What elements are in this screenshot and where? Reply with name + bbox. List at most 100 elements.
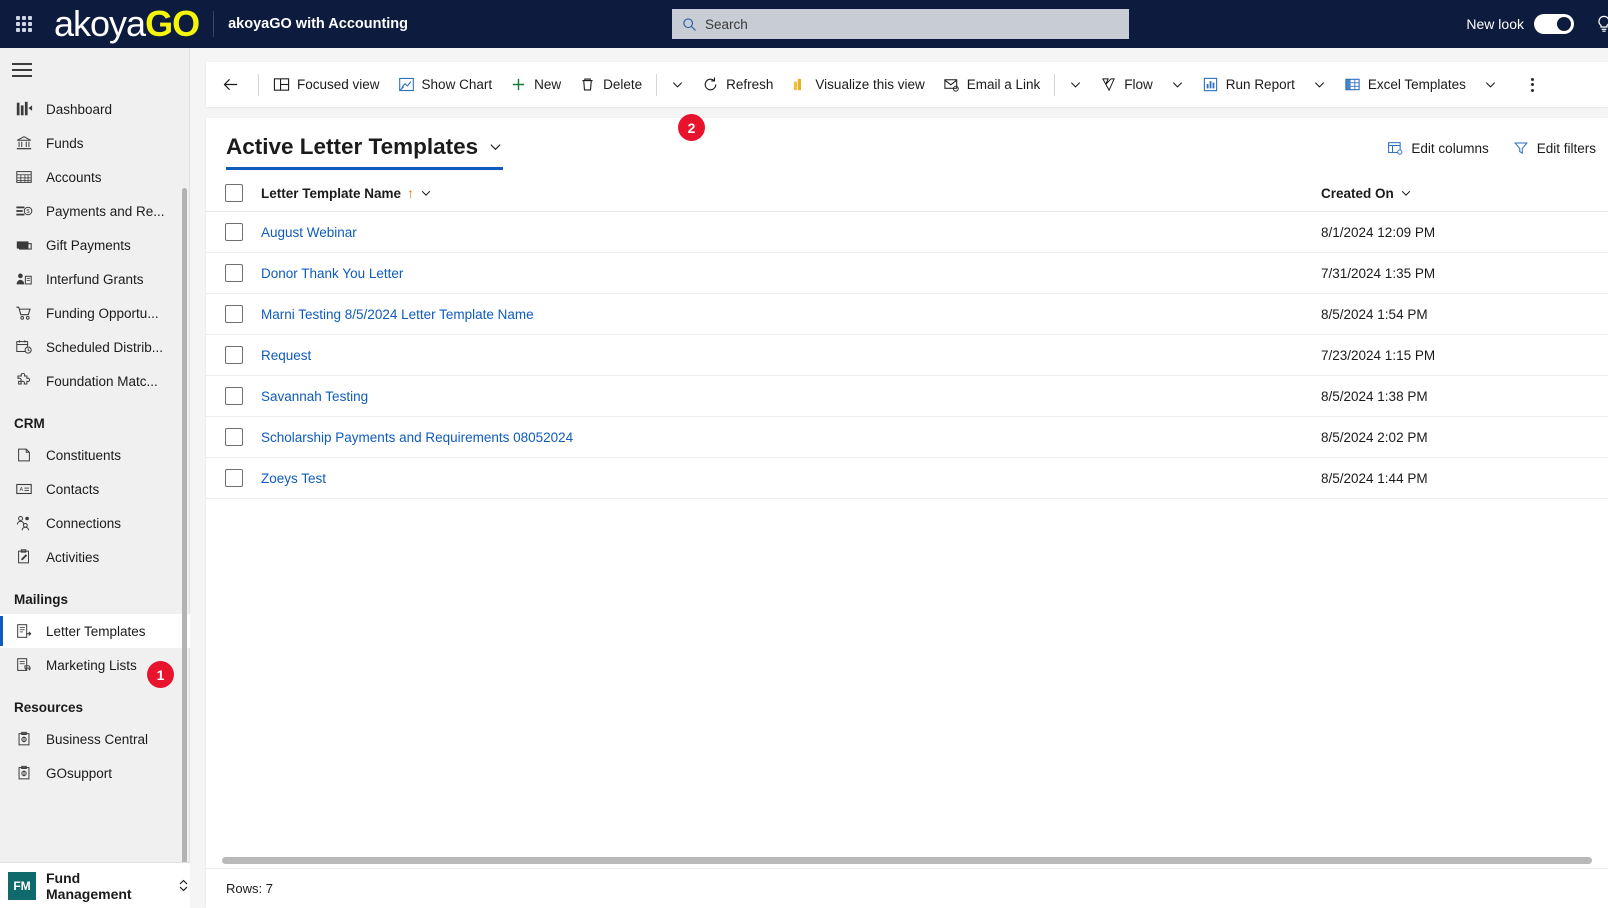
cell-letter-template-name: Marni Testing 8/5/2024 Letter Template N… (261, 307, 1321, 322)
sidebar-item-contacts[interactable]: A Contacts (0, 472, 190, 506)
email-a-link-dropdown-button[interactable] (1060, 62, 1091, 107)
edit-filters-button[interactable]: Edit filters (1501, 134, 1608, 162)
flow-button[interactable]: Flow (1091, 62, 1162, 107)
refresh-icon (702, 76, 719, 93)
table-row[interactable]: Request 7/23/2024 1:15 PM (206, 335, 1608, 376)
chevron-down-icon (1400, 187, 1412, 199)
sidebar-item-connections[interactable]: Connections (0, 506, 190, 540)
sidebar-item-business-central[interactable]: Business Central (0, 722, 190, 756)
new-look-toggle[interactable] (1534, 14, 1574, 34)
area-switcher[interactable]: FM Fund Management (0, 862, 190, 908)
show-chart-icon (398, 76, 415, 93)
global-search[interactable] (672, 9, 1129, 39)
row-checkbox[interactable] (224, 305, 243, 323)
new-button[interactable]: New (501, 62, 570, 107)
email-a-link-button[interactable]: Email a Link (934, 62, 1050, 107)
show-chart-button[interactable]: Show Chart (389, 62, 502, 107)
sidebar-item-constituents[interactable]: Constituents (0, 438, 190, 472)
focused-view-icon (273, 76, 290, 93)
search-input[interactable] (705, 16, 1119, 32)
excel-templates-button[interactable]: Excel Templates (1335, 62, 1475, 107)
excel-templates-icon (1344, 76, 1361, 93)
row-checkbox[interactable] (224, 264, 243, 282)
records-table: Letter Template Name ↑ Created On August… (206, 175, 1608, 499)
command-label: Focused view (297, 77, 380, 92)
command-divider (258, 73, 259, 96)
column-header-letter-template-name[interactable]: Letter Template Name ↑ (261, 185, 1321, 201)
command-overflow-button[interactable] (1518, 62, 1548, 107)
sidebar-item-funding-opportunities[interactable]: Funding Opportu... (0, 296, 190, 330)
flow-dropdown-button[interactable] (1162, 62, 1193, 107)
delete-button[interactable]: Delete (570, 62, 651, 107)
table-row[interactable]: Zoeys Test 8/5/2024 1:44 PM (206, 458, 1608, 499)
record-link[interactable]: Marni Testing 8/5/2024 Letter Template N… (261, 307, 534, 322)
table-row[interactable]: August Webinar 8/1/2024 12:09 PM (206, 212, 1608, 253)
back-button[interactable] (216, 62, 253, 107)
run-report-dropdown-button[interactable] (1304, 62, 1335, 107)
brand-logo[interactable]: akoya GO (48, 6, 200, 42)
record-link[interactable]: Request (261, 348, 311, 363)
focused-view-button[interactable]: Focused view (264, 62, 389, 107)
sidebar-item-foundation-matching[interactable]: Foundation Matc... (0, 364, 190, 398)
back-arrow-icon (222, 76, 239, 93)
sidebar-item-scheduled-distributions[interactable]: Scheduled Distrib... (0, 330, 190, 364)
row-checkbox[interactable] (224, 346, 243, 364)
run-report-button[interactable]: Run Report (1193, 62, 1304, 107)
run-report-icon (1202, 76, 1219, 93)
sidebar-item-gift-payments[interactable]: Gift Payments (0, 228, 190, 262)
bank-icon (14, 133, 34, 153)
view-actions: Edit columns Edit filters (1375, 134, 1608, 162)
payment-list-icon: $ (14, 201, 34, 221)
record-link[interactable]: Scholarship Payments and Requirements 08… (261, 430, 573, 445)
view-selector[interactable]: Active Letter Templates (226, 133, 504, 170)
row-select-cell (206, 428, 261, 446)
app-launcher-button[interactable] (0, 0, 48, 48)
row-checkbox[interactable] (224, 469, 243, 487)
column-header-label: Letter Template Name (261, 185, 402, 201)
chevron-down-icon (1484, 78, 1497, 91)
sidebar-collapse-button[interactable] (0, 48, 190, 92)
command-bar: Focused view Show Chart New Delete Refre… (206, 62, 1608, 107)
select-all-checkbox[interactable] (224, 184, 243, 202)
cart-icon (14, 303, 34, 323)
sidebar-item-funds[interactable]: Funds (0, 126, 190, 160)
email-link-icon (943, 76, 960, 93)
marketing-list-icon (14, 655, 34, 675)
row-checkbox[interactable] (224, 387, 243, 405)
page-title: Active Letter Templates (226, 133, 479, 159)
record-link[interactable]: Zoeys Test (261, 471, 326, 486)
table-row[interactable]: Marni Testing 8/5/2024 Letter Template N… (206, 294, 1608, 335)
sidebar-item-interfund-grants[interactable]: Interfund Grants (0, 262, 190, 296)
record-link[interactable]: Donor Thank You Letter (261, 266, 403, 281)
row-select-cell (206, 305, 261, 323)
edit-filters-label: Edit filters (1536, 140, 1596, 156)
row-checkbox[interactable] (224, 223, 243, 241)
sidebar-item-accounts[interactable]: Accounts (0, 160, 190, 194)
app-name-label: akoyaGO with Accounting (228, 16, 409, 32)
calendar-clock-icon (14, 337, 34, 357)
sidebar-item-gosupport[interactable]: GOsupport (0, 756, 190, 790)
visualize-this-view-button[interactable]: Visualize this view (782, 62, 933, 107)
grid-horizontal-scrollbar-thumb[interactable] (222, 856, 1592, 864)
lightbulb-icon[interactable] (1594, 14, 1608, 34)
delete-dropdown-button[interactable] (662, 62, 693, 107)
cell-letter-template-name: Scholarship Payments and Requirements 08… (261, 430, 1321, 445)
sidebar-item-activities[interactable]: Activities (0, 540, 190, 574)
grid-horizontal-scrollbar[interactable] (206, 852, 1608, 868)
svg-text:$: $ (27, 209, 30, 215)
view-header: Active Letter Templates Edit columns Edi… (206, 118, 1608, 175)
sidebar-item-payments-and-requests[interactable]: $ Payments and Re... (0, 194, 190, 228)
table-row[interactable]: Donor Thank You Letter 7/31/2024 1:35 PM (206, 253, 1608, 294)
excel-templates-dropdown-button[interactable] (1475, 62, 1506, 107)
sidebar-item-letter-templates[interactable]: Letter Templates (0, 614, 190, 648)
row-checkbox[interactable] (224, 428, 243, 446)
column-header-created-on[interactable]: Created On (1321, 186, 1601, 201)
sidebar-scrollbar-thumb[interactable] (182, 188, 187, 908)
table-row[interactable]: Scholarship Payments and Requirements 08… (206, 417, 1608, 458)
edit-columns-button[interactable]: Edit columns (1375, 134, 1500, 162)
refresh-button[interactable]: Refresh (693, 62, 782, 107)
record-link[interactable]: August Webinar (261, 225, 357, 240)
table-row[interactable]: Savannah Testing 8/5/2024 1:38 PM (206, 376, 1608, 417)
record-link[interactable]: Savannah Testing (261, 389, 368, 404)
sidebar-item-dashboard[interactable]: Dashboard (0, 92, 190, 126)
